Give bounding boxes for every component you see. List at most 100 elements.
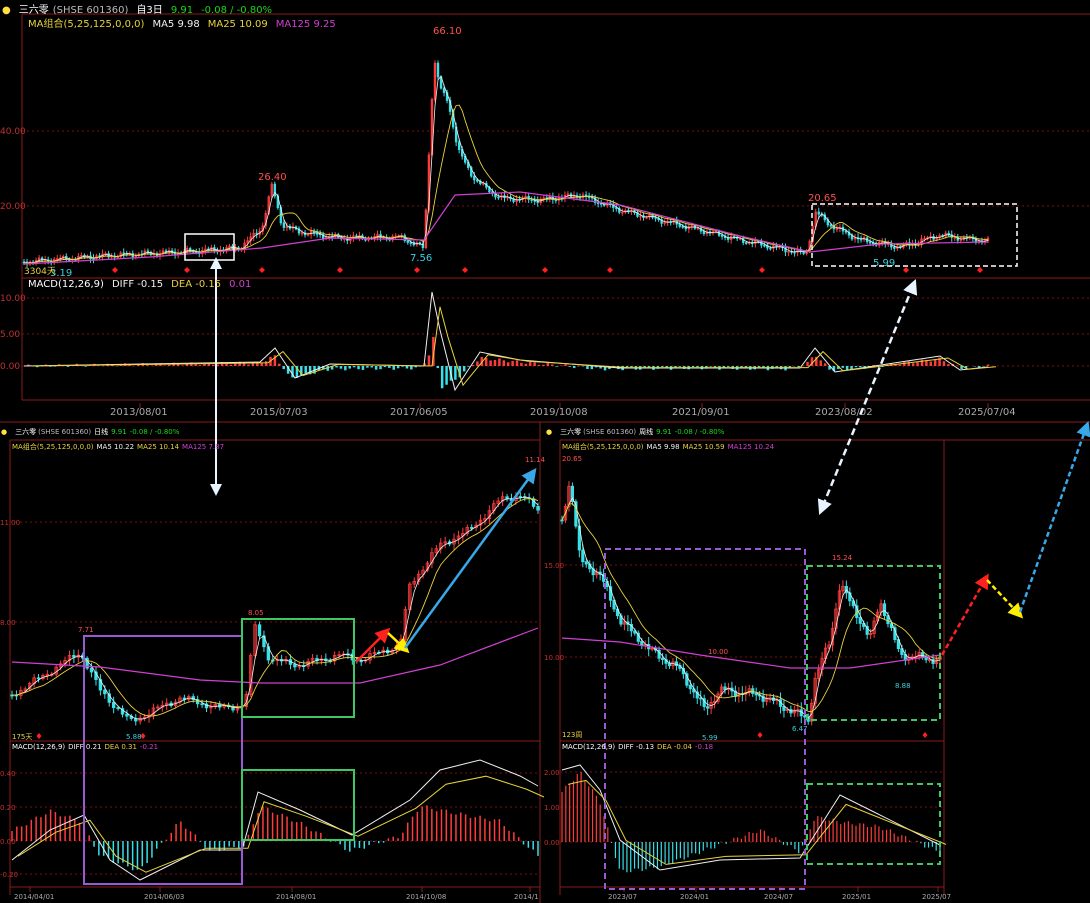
left-ma25: MA25 10.14 bbox=[137, 443, 180, 451]
top-candle bbox=[442, 87, 446, 93]
right-stock-name[interactable]: 三六零 bbox=[560, 428, 581, 436]
right-candle bbox=[688, 684, 692, 690]
right-macd-setting[interactable]: MACD(12,26,9) bbox=[562, 743, 615, 751]
left-dea: DEA 0.31 bbox=[104, 743, 137, 751]
right-candle bbox=[782, 706, 786, 711]
right-candle bbox=[723, 686, 727, 690]
right-date-label: 2024/01 bbox=[680, 893, 709, 901]
top-candle bbox=[868, 241, 872, 244]
right-stock-code: (SHSE 601360) bbox=[583, 428, 637, 436]
left-date-label: 2014/1 bbox=[514, 893, 539, 901]
right-period-select[interactable]: 周线 bbox=[639, 428, 653, 436]
right-price-series bbox=[560, 481, 942, 738]
left-period-select[interactable]: 日线 bbox=[94, 428, 108, 436]
left-candle bbox=[116, 707, 120, 710]
right-ma25: MA25 10.59 bbox=[682, 443, 725, 451]
left-candle bbox=[111, 701, 116, 709]
top-diff: DIFF -0.15 bbox=[111, 279, 164, 290]
top-macd-value: 0.01 bbox=[229, 279, 252, 290]
top-peak-label-high: 66.10 bbox=[433, 26, 462, 37]
top-candle bbox=[763, 244, 766, 247]
top-date-label: 2021/09/01 bbox=[672, 407, 730, 418]
left-date-label: 2014/04/01 bbox=[14, 893, 54, 901]
top-candle bbox=[406, 240, 409, 243]
right-trough-label-1: 5.99 bbox=[702, 734, 718, 742]
top-date-label: 2025/07/04 bbox=[958, 407, 1016, 418]
signal-diamond bbox=[759, 267, 765, 273]
right-candle bbox=[882, 603, 887, 617]
top-ma5-line bbox=[23, 75, 989, 264]
top-candle bbox=[476, 179, 479, 182]
signal-diamond bbox=[462, 267, 468, 273]
left-ma5-line bbox=[11, 496, 539, 720]
signal-diamond bbox=[36, 733, 42, 739]
right-macd-legend: MACD(12,26,9) DIFF -0.13 DEA -0.04 -0.18 bbox=[562, 743, 721, 751]
right-ma-setting[interactable]: MA组合(5,25,125,0,0,0) bbox=[562, 443, 644, 451]
top-peak-label-2023: 20.65 bbox=[808, 193, 837, 204]
top-signal-markers bbox=[112, 267, 983, 273]
top-candle bbox=[720, 234, 724, 237]
left-macd-ytick-m020: -0.20 bbox=[0, 871, 18, 879]
right-candle bbox=[581, 549, 585, 563]
top-candle bbox=[829, 224, 833, 227]
right-ma125-line bbox=[561, 637, 941, 669]
right-ytick-10: 10.00 bbox=[544, 654, 564, 662]
right-peak-label-2: 15.24 bbox=[832, 554, 853, 562]
right-macd-ytick-0: 0.00 bbox=[544, 839, 560, 847]
left-date-axis: 2014/04/01 2014/06/03 2014/08/01 2014/10/08… bbox=[14, 887, 539, 901]
right-peak-label-high: 20.65 bbox=[562, 455, 582, 463]
left-ma-legend: MA组合(5,25,125,0,0,0) MA5 10.22 MA25 10.14 M… bbox=[12, 442, 232, 452]
right-candle bbox=[754, 693, 758, 696]
left-macd-value: -0.21 bbox=[139, 743, 159, 751]
left-peak-label-2: 8.05 bbox=[248, 609, 264, 617]
left-macd-setting[interactable]: MACD(12,26,9) bbox=[12, 743, 65, 751]
right-macd-value: -0.18 bbox=[694, 743, 714, 751]
left-purple-box bbox=[83, 635, 243, 885]
left-date-label: 2014/10/08 bbox=[406, 893, 446, 901]
macd-ytick-5: 5.00 bbox=[0, 330, 20, 340]
left-bars-count: 175天 bbox=[12, 733, 32, 741]
top-trough-label-2024: 5.99 bbox=[873, 258, 895, 269]
right-date-label: 2025/07 bbox=[922, 893, 951, 901]
left-macd-series bbox=[11, 759, 545, 881]
top-panel: 40.00 20.00 10.00 5.00 0.00 2013/08/01 20… bbox=[0, 13, 1090, 423]
left-peak-label-high: 11.14 bbox=[525, 456, 546, 464]
top-ma125: MA125 9.25 bbox=[275, 19, 336, 30]
left-ma-setting[interactable]: MA组合(5,25,125,0,0,0) bbox=[12, 443, 94, 451]
left-stock-name[interactable]: 三六零 bbox=[15, 428, 36, 436]
top-macd-legend: MACD(12,26,9) DIFF -0.15 DEA -0.15 0.01 bbox=[28, 279, 259, 290]
top-stock-icon: ● bbox=[2, 5, 11, 16]
top-candle bbox=[92, 258, 95, 261]
right-green-box-macd bbox=[806, 783, 941, 865]
right-candle bbox=[803, 715, 807, 718]
signal-diamond bbox=[977, 267, 983, 273]
top-macd-series bbox=[23, 291, 997, 392]
right-panel: 15.00 10.00 2.00 1.00 0.00 2023/07 2024/0… bbox=[544, 420, 1090, 901]
left-candle bbox=[257, 624, 262, 637]
left-blue-arrow bbox=[403, 467, 537, 649]
top-macd-setting[interactable]: MACD(12,26,9) bbox=[28, 279, 104, 290]
top-candle bbox=[817, 211, 820, 215]
top-date-label: 2015/07/03 bbox=[250, 407, 308, 418]
top-date-axis: 2013/08/01 2015/07/03 2017/06/05 2019/10/08… bbox=[110, 403, 1016, 418]
left-candle bbox=[125, 713, 129, 717]
right-ytick-15: 15.00 bbox=[544, 562, 564, 570]
right-header: ● 三六零 (SHSE 601360) 周线 9.91 -0.08 / -0.80% bbox=[546, 427, 732, 437]
top-candle bbox=[681, 225, 684, 228]
top-candle bbox=[457, 141, 461, 150]
signal-diamond bbox=[542, 267, 548, 273]
top-candle bbox=[473, 175, 476, 181]
top-candle bbox=[654, 216, 657, 219]
top-dea-line bbox=[31, 306, 997, 387]
right-candle bbox=[560, 519, 564, 522]
top-candle bbox=[769, 247, 772, 250]
top-ytick-20: 20.00 bbox=[0, 202, 26, 212]
left-change: -0.08 / -0.80% bbox=[129, 428, 180, 436]
left-candle bbox=[36, 677, 41, 680]
signal-diamond bbox=[184, 267, 190, 273]
right-purple-box bbox=[604, 548, 806, 890]
top-price-series bbox=[22, 60, 990, 268]
right-candle bbox=[674, 661, 679, 667]
left-candle bbox=[89, 667, 94, 673]
top-ma-setting[interactable]: MA组合(5,25,125,0,0,0) bbox=[28, 19, 144, 30]
